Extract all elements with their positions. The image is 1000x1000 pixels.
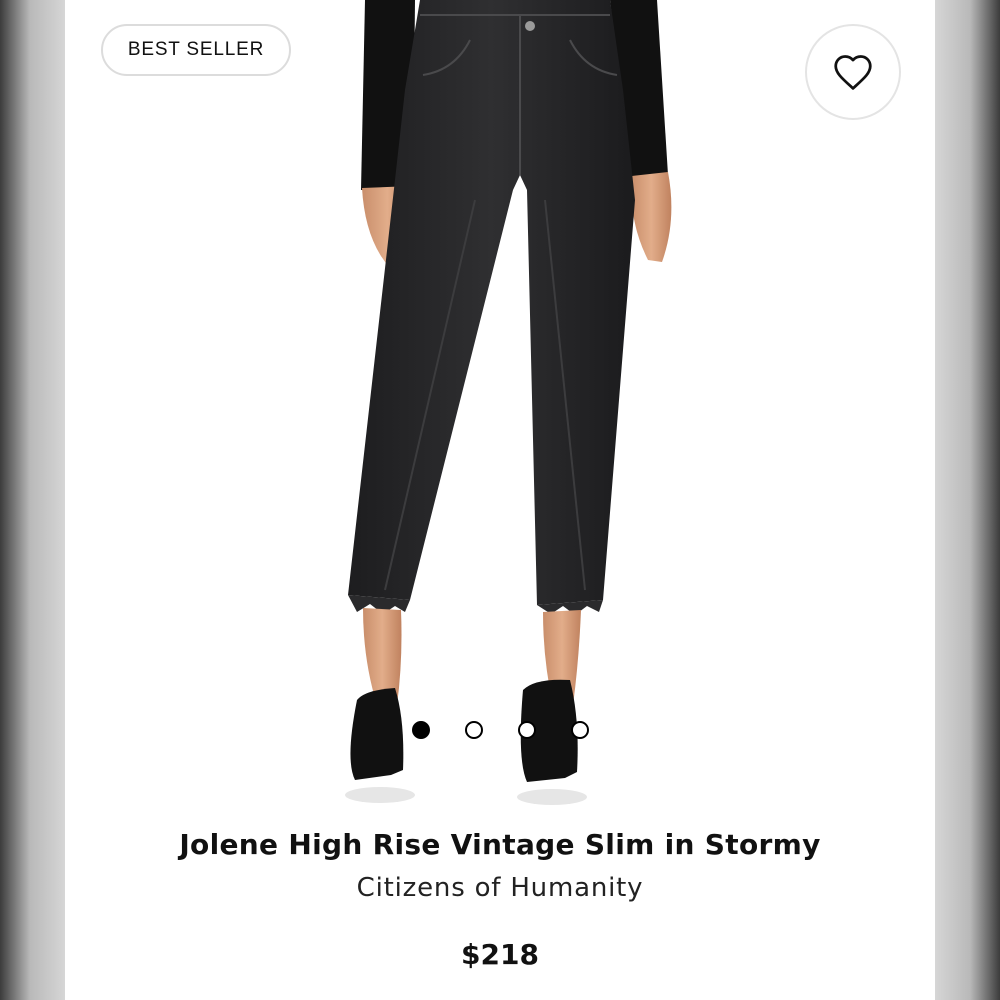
product-brand[interactable]: Citizens of Humanity xyxy=(65,873,935,903)
product-card[interactable]: BEST SELLER Jolene High Rise Vintage Sli… xyxy=(65,0,935,1000)
favorite-button[interactable] xyxy=(805,24,901,120)
product-title[interactable]: Jolene High Rise Vintage Slim in Stormy xyxy=(65,828,935,861)
carousel-indicators xyxy=(412,721,592,739)
carousel-dot-4[interactable] xyxy=(571,721,589,739)
best-seller-label: BEST SELLER xyxy=(127,39,265,60)
heart-outline-icon xyxy=(834,55,872,90)
carousel-dot-1[interactable] xyxy=(412,721,430,739)
best-seller-badge: BEST SELLER xyxy=(101,24,291,76)
product-price: $218 xyxy=(461,938,539,971)
product-image[interactable] xyxy=(65,0,935,810)
carousel-dot-2[interactable] xyxy=(465,721,483,739)
carousel-dot-3[interactable] xyxy=(518,721,536,739)
